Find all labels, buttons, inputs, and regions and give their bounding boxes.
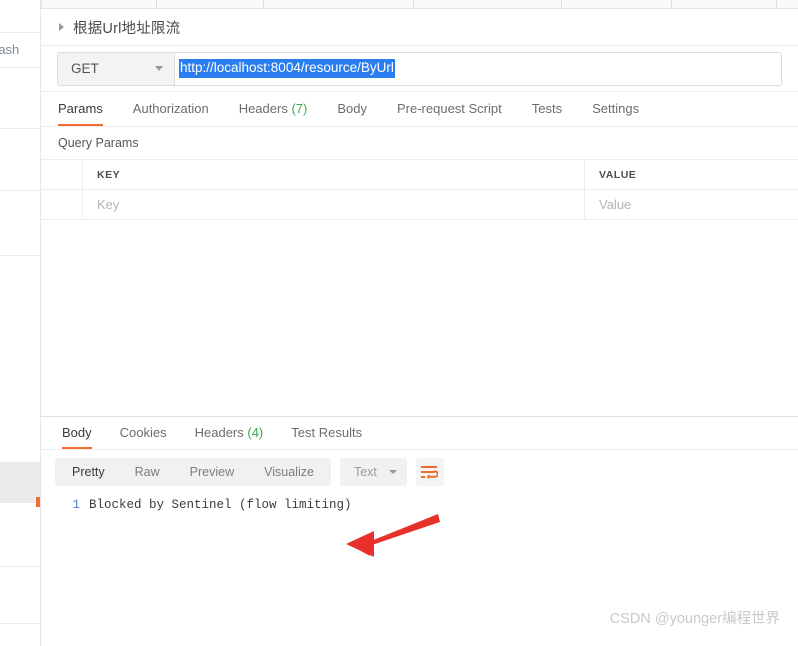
tab-separator — [156, 0, 157, 9]
tab-count: (4) — [247, 425, 264, 440]
request-response-pane: 根据Url地址限流 GET http://localhost:8004/reso… — [41, 9, 798, 646]
tab-label: Tests — [531, 101, 563, 116]
tab-settings[interactable]: Settings — [592, 92, 639, 126]
view-mode-visualize[interactable]: Visualize — [249, 458, 329, 486]
request-tabs[interactable]: Params Authorization Headers (7) Body Pr… — [41, 92, 798, 127]
page-title: 根据Url地址限流 — [73, 20, 181, 37]
tab-separator — [776, 0, 777, 9]
param-value-input[interactable]: Value — [585, 190, 798, 219]
response-tab-test-results[interactable]: Test Results — [291, 417, 362, 449]
response-body-text: Blocked by Sentinel (flow limiting) — [89, 498, 352, 512]
tab-label: Authorization — [132, 101, 209, 116]
query-params-label: Query Params — [58, 136, 139, 150]
tab-label: Headers — [194, 425, 244, 440]
left-sidebar-partial: rash — [0, 0, 41, 646]
tab-body[interactable]: Body — [337, 92, 367, 126]
url-input[interactable]: http://localhost:8004/resource/ByUrl — [174, 51, 782, 86]
response-toolbar: Pretty Raw Preview Visualize Text — [41, 450, 798, 494]
tab-label: Body — [62, 425, 92, 440]
tab-label: Cookies — [119, 425, 167, 440]
chevron-down-icon[interactable] — [155, 66, 163, 71]
response-tab-headers[interactable]: Headers (4) — [195, 417, 264, 449]
view-mode-preview[interactable]: Preview — [175, 458, 249, 486]
method-label: GET — [71, 61, 99, 76]
url-bar: GET http://localhost:8004/resource/ByUrl — [41, 46, 798, 92]
tab-separator — [263, 0, 264, 9]
sidebar-item-trash[interactable]: rash — [0, 33, 40, 68]
tab-separator — [561, 0, 562, 9]
response-format-select[interactable]: Text — [339, 458, 407, 486]
tab-params[interactable]: Params — [58, 92, 103, 126]
tab-label: Test Results — [291, 425, 363, 440]
tab-authorization[interactable]: Authorization — [133, 92, 209, 126]
wrap-lines-button[interactable] — [415, 458, 444, 486]
column-header-label: VALUE — [599, 168, 637, 181]
watermark: CSDN @younger编程世界 — [609, 611, 780, 627]
tab-tests[interactable]: Tests — [532, 92, 562, 126]
sidebar-divider — [0, 191, 40, 256]
sidebar-row-selected[interactable] — [0, 462, 40, 503]
response-tab-body[interactable]: Body — [62, 417, 92, 449]
tab-separator — [671, 0, 672, 9]
param-key-placeholder: Key — [97, 197, 120, 212]
request-tab-strip[interactable] — [41, 0, 798, 9]
sidebar-divider — [0, 68, 40, 129]
sidebar-divider — [0, 0, 40, 33]
tab-separator — [413, 0, 414, 9]
tab-separator — [41, 0, 42, 9]
sidebar-divider — [0, 503, 40, 567]
response-view-modes[interactable]: Pretty Raw Preview Visualize — [55, 458, 331, 486]
response-body[interactable]: 1 Blocked by Sentinel (flow limiting) — [41, 494, 798, 574]
tab-label: Settings — [592, 101, 640, 116]
format-label: Text — [353, 465, 377, 479]
sidebar-item-label: rash — [0, 42, 20, 57]
table-row[interactable]: Key Value — [41, 190, 798, 220]
param-key-input[interactable]: Key — [83, 190, 585, 219]
response-tab-cookies[interactable]: Cookies — [120, 417, 167, 449]
row-checkbox-cell[interactable] — [41, 190, 83, 219]
request-title-row[interactable]: 根据Url地址限流 — [41, 9, 798, 46]
chevron-down-icon[interactable] — [388, 470, 397, 474]
param-value-placeholder: Value — [599, 197, 632, 212]
tab-label: Body — [337, 101, 367, 116]
view-mode-pretty[interactable]: Pretty — [57, 458, 120, 486]
caret-right-icon[interactable] — [59, 23, 64, 31]
tab-headers[interactable]: Headers (7) — [239, 92, 308, 126]
column-header-label: KEY — [97, 168, 121, 181]
sidebar-divider — [0, 567, 40, 624]
tab-pre-request-script[interactable]: Pre-request Script — [397, 92, 502, 126]
tab-label: Headers — [238, 101, 288, 116]
query-params-table: KEY VALUE Key Value — [41, 159, 798, 220]
wrap-lines-icon — [421, 465, 439, 479]
table-header-row: KEY VALUE — [41, 160, 798, 190]
view-mode-raw[interactable]: Raw — [120, 458, 175, 486]
tab-count: (7) — [291, 101, 308, 116]
sidebar-divider — [0, 129, 40, 191]
line-number: 1 — [72, 498, 80, 512]
tab-label: Pre-request Script — [396, 101, 502, 116]
tab-label: Params — [58, 101, 103, 116]
column-header-value: VALUE — [585, 160, 798, 189]
method-select[interactable]: GET — [57, 51, 174, 86]
params-empty-area — [41, 220, 798, 416]
url-text: http://localhost:8004/resource/ByUrl — [179, 58, 395, 79]
table-gutter — [41, 160, 83, 189]
response-tabs[interactable]: Body Cookies Headers (4) Test Results — [41, 417, 798, 450]
postman-window: rash 根据Url地址限流 GET — [0, 0, 798, 646]
code-line: 1 Blocked by Sentinel (flow limiting) — [41, 498, 798, 512]
column-header-key: KEY — [83, 160, 585, 189]
